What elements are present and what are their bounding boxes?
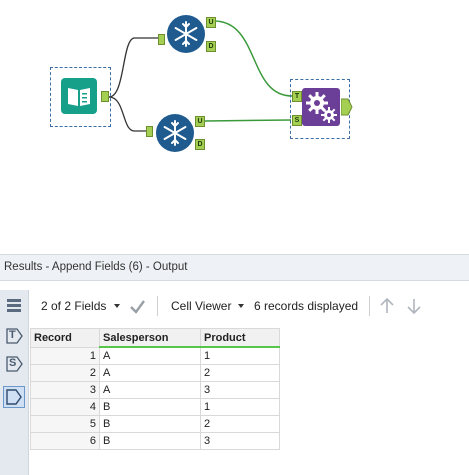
append-target-anchor[interactable]: T bbox=[292, 91, 302, 102]
arrow-up-icon[interactable] bbox=[378, 297, 396, 315]
records-count: 6 records displayed bbox=[254, 299, 359, 313]
viewer-selector[interactable]: Cell Viewer bbox=[171, 299, 231, 313]
top-generate-input-anchor[interactable] bbox=[158, 34, 165, 45]
workflow-canvas[interactable]: U D U D T S bbox=[0, 0, 469, 244]
table-row[interactable]: 4 B 1 bbox=[30, 398, 280, 416]
bottom-generate-unique-anchor[interactable]: U bbox=[195, 116, 205, 127]
product-cell[interactable]: 3 bbox=[200, 381, 280, 399]
table-row[interactable]: 1 A 1 bbox=[30, 346, 280, 365]
generate-rows-tool-top[interactable] bbox=[167, 15, 205, 53]
connection-input-to-bottom-generate bbox=[108, 96, 147, 132]
book-icon bbox=[61, 78, 97, 114]
top-generate-duplicate-anchor[interactable]: D bbox=[206, 41, 216, 52]
viewer-dropdown-caret-icon[interactable] bbox=[238, 304, 244, 308]
output-anchor-button[interactable] bbox=[3, 386, 25, 408]
results-header: Results - Append Fields (6) - Output bbox=[0, 254, 469, 281]
table-row[interactable]: 3 A 3 bbox=[30, 381, 280, 399]
top-generate-unique-anchor[interactable]: U bbox=[206, 17, 216, 28]
table-row[interactable]: 6 B 3 bbox=[30, 432, 280, 450]
generate-rows-tool-bottom[interactable] bbox=[156, 114, 194, 152]
table-icon bbox=[7, 299, 21, 312]
salesperson-cell[interactable]: B bbox=[99, 432, 201, 450]
append-source-anchor[interactable]: S bbox=[292, 115, 302, 126]
record-cell[interactable]: 3 bbox=[30, 381, 100, 399]
salesperson-cell[interactable]: A bbox=[99, 364, 201, 382]
column-header-salesperson[interactable]: Salesperson bbox=[99, 328, 201, 348]
toolbar-divider bbox=[157, 296, 158, 316]
fields-dropdown-caret-icon[interactable] bbox=[114, 304, 120, 308]
fields-selector[interactable]: 2 of 2 Fields bbox=[41, 299, 106, 313]
checkmark-icon[interactable] bbox=[129, 298, 146, 314]
bottom-generate-input-anchor[interactable] bbox=[146, 126, 153, 137]
salesperson-cell[interactable]: A bbox=[99, 346, 201, 365]
results-title: Results - Append Fields (6) - Output bbox=[4, 261, 188, 273]
input-data-tool[interactable] bbox=[61, 78, 97, 114]
table-header-row: Record Salesperson Product bbox=[30, 328, 280, 348]
source-anchor-label: S bbox=[9, 357, 17, 369]
toolbar-divider bbox=[369, 296, 370, 316]
append-fields-tool[interactable] bbox=[302, 88, 340, 126]
target-anchor-label: T bbox=[9, 329, 16, 341]
bottom-generate-duplicate-anchor[interactable]: D bbox=[195, 139, 205, 150]
connection-input-to-top-generate bbox=[108, 37, 160, 98]
record-cell[interactable]: 5 bbox=[30, 415, 100, 433]
salesperson-cell[interactable]: B bbox=[99, 415, 201, 433]
product-cell[interactable]: 2 bbox=[200, 364, 280, 382]
connection-top-generate-to-append-target bbox=[213, 20, 293, 97]
arrow-down-icon[interactable] bbox=[405, 297, 423, 315]
record-cell[interactable]: 6 bbox=[30, 432, 100, 450]
column-header-record[interactable]: Record bbox=[30, 328, 100, 348]
salesperson-cell[interactable]: B bbox=[99, 398, 201, 416]
product-cell[interactable]: 2 bbox=[200, 415, 280, 433]
product-cell[interactable]: 1 bbox=[200, 398, 280, 416]
gears-icon bbox=[302, 88, 340, 126]
table-view-button[interactable] bbox=[4, 296, 24, 316]
table-row[interactable]: 2 A 2 bbox=[30, 364, 280, 382]
record-cell[interactable]: 1 bbox=[30, 346, 100, 365]
table-row[interactable]: 5 B 2 bbox=[30, 415, 280, 433]
product-cell[interactable]: 1 bbox=[200, 346, 280, 365]
record-cell[interactable]: 2 bbox=[30, 364, 100, 382]
product-cell[interactable]: 3 bbox=[200, 432, 280, 450]
snowflake-icon bbox=[167, 15, 205, 53]
record-cell[interactable]: 4 bbox=[30, 398, 100, 416]
results-table: Record Salesperson Product 1 A 1 2 A 2 3… bbox=[30, 328, 280, 450]
column-header-product[interactable]: Product bbox=[200, 328, 280, 348]
results-sidebar: T S bbox=[0, 290, 29, 475]
output-anchor-icon bbox=[6, 389, 22, 405]
source-input-button[interactable]: S bbox=[4, 354, 24, 374]
salesperson-cell[interactable]: A bbox=[99, 381, 201, 399]
connection-bottom-generate-to-append-source bbox=[204, 119, 292, 122]
input-output-anchor[interactable] bbox=[101, 91, 109, 102]
append-output-anchor[interactable] bbox=[341, 98, 353, 116]
snowflake-icon bbox=[156, 114, 194, 152]
target-input-button[interactable]: T bbox=[4, 326, 24, 346]
results-toolbar: 2 of 2 Fields Cell Viewer 6 records disp… bbox=[29, 290, 469, 322]
